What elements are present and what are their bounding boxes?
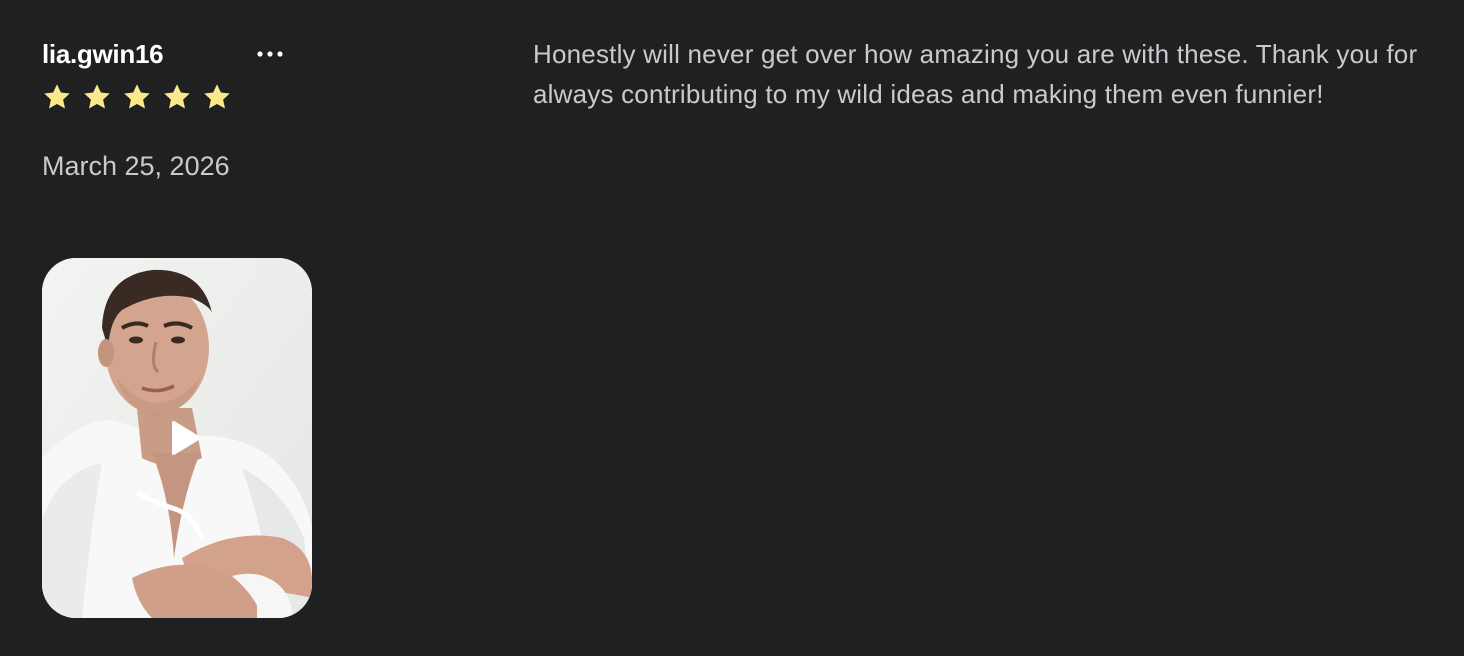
play-icon[interactable] xyxy=(162,418,202,458)
more-horizontal-icon xyxy=(257,51,283,57)
star-rating xyxy=(42,82,232,112)
review-body-text: Honestly will never get over how amazing… xyxy=(533,39,1418,109)
star-icon xyxy=(122,82,152,112)
star-icon xyxy=(82,82,112,112)
reviewer-username[interactable]: lia.gwin16 xyxy=(42,38,164,70)
star-icon xyxy=(162,82,192,112)
more-options-button[interactable] xyxy=(252,36,288,72)
video-thumbnail[interactable] xyxy=(42,258,312,618)
review-date: March 25, 2026 xyxy=(42,151,230,181)
review-card: lia.gwin16 March 25, 2026 Honestly will … xyxy=(0,0,1464,656)
star-icon xyxy=(202,82,232,112)
star-icon xyxy=(42,82,72,112)
